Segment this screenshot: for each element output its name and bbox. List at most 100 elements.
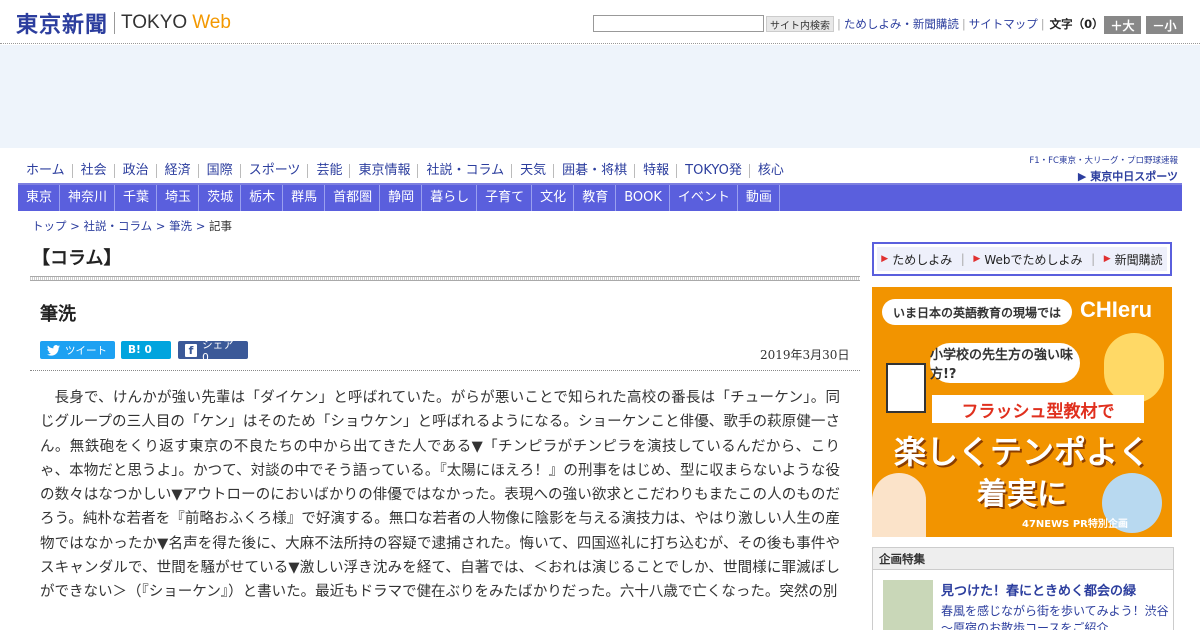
main-nav-item[interactable]: 芸能 [308, 164, 351, 178]
breadcrumb-hissen[interactable]: 筆洗 [169, 219, 192, 233]
breadcrumb-current: 記事 [209, 219, 233, 233]
hatena-label: B! 0 [128, 344, 152, 356]
site-header: 東京新聞 TOKYO Web サイト内検索 | ためしよみ・新聞購読 | サイト… [0, 0, 1200, 44]
header-links: | ためしよみ・新聞購読 | サイトマップ | 文字（0） [834, 16, 1104, 32]
region-nav-item[interactable]: 群馬 [283, 185, 326, 211]
breadcrumb-top[interactable]: トップ [32, 219, 67, 233]
region-nav-item[interactable]: 栃木 [241, 185, 284, 211]
link-separator: | [1040, 17, 1045, 31]
breadcrumb-editorial[interactable]: 社説・コラム [83, 219, 152, 233]
region-nav-item[interactable]: 首都圏 [325, 185, 381, 211]
tweet-label: ツイート [65, 344, 107, 357]
main-nav-item[interactable]: ホーム [18, 164, 73, 178]
section-divider [30, 276, 860, 281]
sports-logo-name: ▶ 東京中日スポーツ [1077, 170, 1178, 183]
special-feature-heading: 企画特集 [873, 548, 1173, 570]
triangle-right-icon: ▶ [1103, 254, 1111, 264]
triangle-right-icon: ▶ [881, 254, 889, 264]
quicklink-subscribe[interactable]: ▶ 新聞購読 [1104, 251, 1163, 268]
region-nav-item[interactable]: 静岡 [380, 185, 423, 211]
link-separator: | [961, 17, 966, 31]
site-search-button[interactable]: サイト内検索 [766, 16, 834, 32]
pr-banner[interactable]: いま日本の英語教育の現場では CHIeru 小学校の先生方の強い味方!? フラッ… [872, 287, 1172, 537]
site-search-input[interactable] [593, 15, 764, 32]
quicklink-subscribe-label: 新聞購読 [1114, 252, 1163, 267]
chunichi-sports-logo[interactable]: F1・FC東京・大リーグ・プロ野球速報 ▶ 東京中日スポーツ [1028, 154, 1178, 184]
banner-photo-child [1104, 333, 1164, 403]
quicklink-trial-label: ためしよみ [892, 252, 953, 267]
twitter-icon [47, 344, 60, 356]
region-nav-item[interactable]: 神奈川 [60, 185, 116, 211]
special-feature-thumbnail[interactable] [883, 580, 933, 630]
breadcrumb: トップ > 社説・コラム > 筆洗 > 記事 [32, 218, 232, 234]
banner-headline: いま日本の英語教育の現場では [882, 299, 1072, 325]
logo-divider [114, 12, 116, 34]
logo-web: Web [192, 12, 231, 33]
main-nav-item[interactable]: 政治 [115, 164, 157, 178]
main-nav-item[interactable]: 天気 [512, 164, 555, 178]
facebook-share-label: シェア 0 [202, 338, 234, 364]
site-logo[interactable]: 東京新聞 TOKYO Web [16, 9, 231, 38]
region-nav-item[interactable]: 文化 [532, 185, 575, 211]
article-divider [30, 370, 860, 371]
special-feature-title[interactable]: 見つけた！春にときめく都会の緑 [941, 580, 1136, 599]
region-nav: 東京 神奈川 千葉 埼玉 茨城 栃木 群馬 首都圏 静岡 暮らし 子育て 文化 教育 BOOK イベント 動画 [18, 185, 1182, 211]
banner-pr-label: 47NEWS PR特別企画 [1022, 519, 1128, 530]
main-nav-item[interactable]: スポーツ [241, 164, 309, 178]
special-feature-desc[interactable]: 春風を感じながら街を歩いてみよう！渋谷～原宿のお散歩コースをご紹介 [941, 603, 1169, 630]
hatena-bookmark-button[interactable]: B! 0 [121, 341, 171, 359]
subscription-quicklinks: ▶ ためしよみ | ▶ Webでためしよみ | ▶ 新聞購読 [872, 242, 1172, 276]
main-nav: ホーム 社会 政治 経済 国際 スポーツ 芸能 東京情報 社説・コラム 天気 囲碁・将棋 特報 TOKY… [18, 158, 791, 184]
main-nav-item[interactable]: 社会 [73, 164, 115, 178]
region-nav-item[interactable]: 動画 [738, 185, 780, 211]
banner-screen-image [886, 363, 926, 413]
region-nav-item[interactable]: 子育て [477, 185, 533, 211]
main-nav-item[interactable]: 特報 [635, 164, 678, 178]
article-title: 筆洗 [40, 304, 76, 325]
section-title: 【コラム】 [32, 248, 122, 269]
font-size-label: 文字（0） [1049, 17, 1104, 31]
special-feature-box: 企画特集 見つけた！春にときめく都会の緑 春風を感じながら街を歩いてみよう！渋谷… [872, 547, 1174, 630]
banner-brand: CHIeru [1080, 297, 1153, 322]
main-nav-item[interactable]: 国際 [199, 164, 241, 178]
main-nav-item[interactable]: TOKYO発 [677, 164, 750, 178]
main-nav-item[interactable]: 経済 [157, 164, 199, 178]
logo-tokyo: TOKYO [121, 12, 188, 33]
region-nav-item[interactable]: 茨城 [199, 185, 242, 211]
link-separator: | [837, 17, 841, 31]
article-date: 2019年3月30日 [760, 348, 850, 362]
quicklink-trial[interactable]: ▶ ためしよみ [881, 251, 952, 268]
main-nav-item[interactable]: 東京情報 [350, 164, 419, 178]
banner-subhead: 小学校の先生方の強い味方!? [930, 343, 1080, 383]
link-trial-subscribe[interactable]: ためしよみ・新聞購読 [844, 16, 959, 32]
region-nav-item[interactable]: 暮らし [422, 185, 478, 211]
font-decrease-button[interactable]: －小 [1146, 16, 1183, 34]
region-nav-item[interactable]: 千葉 [115, 185, 158, 211]
facebook-icon: f [185, 343, 198, 357]
region-nav-item[interactable]: 教育 [574, 185, 617, 211]
main-nav-item[interactable]: 囲碁・将棋 [554, 164, 636, 178]
quicklink-sep: | [1091, 252, 1096, 266]
sports-logo-tagline: F1・FC東京・大リーグ・プロ野球速報 [1029, 156, 1178, 166]
font-increase-button[interactable]: ＋大 [1104, 16, 1141, 34]
region-nav-item[interactable]: イベント [670, 185, 738, 211]
link-sitemap[interactable]: サイトマップ [969, 16, 1038, 32]
quicklink-sep: | [960, 252, 965, 266]
region-nav-item[interactable]: 埼玉 [157, 185, 200, 211]
region-nav-item[interactable]: 東京 [18, 185, 61, 211]
breadcrumb-sep: > [66, 219, 84, 233]
triangle-right-icon: ▶ [973, 254, 981, 264]
facebook-share-button[interactable]: f シェア 0 [178, 339, 248, 364]
breadcrumb-sep: > [152, 219, 170, 233]
tweet-button[interactable]: ツイート [40, 341, 115, 359]
region-nav-item[interactable]: BOOK [616, 185, 670, 211]
main-nav-item[interactable]: 社説・コラム [418, 164, 513, 178]
quicklink-web-trial[interactable]: ▶ Webでためしよみ [973, 251, 1082, 268]
banner-big-text-2: 着実に [977, 477, 1067, 512]
main-nav-item[interactable]: 核心 [750, 164, 791, 178]
banner-flash-label: フラッシュ型教材で [932, 395, 1144, 423]
quicklink-web-trial-label: Webでためしよみ [984, 252, 1083, 267]
logo-tokyo-shimbun: 東京新聞 [16, 12, 109, 38]
breadcrumb-sep: > [192, 219, 210, 233]
article-body: 長身で、けんかが強い先輩は「ダイケン」と呼ばれていた。がらが悪いことで知られた高… [40, 390, 840, 601]
